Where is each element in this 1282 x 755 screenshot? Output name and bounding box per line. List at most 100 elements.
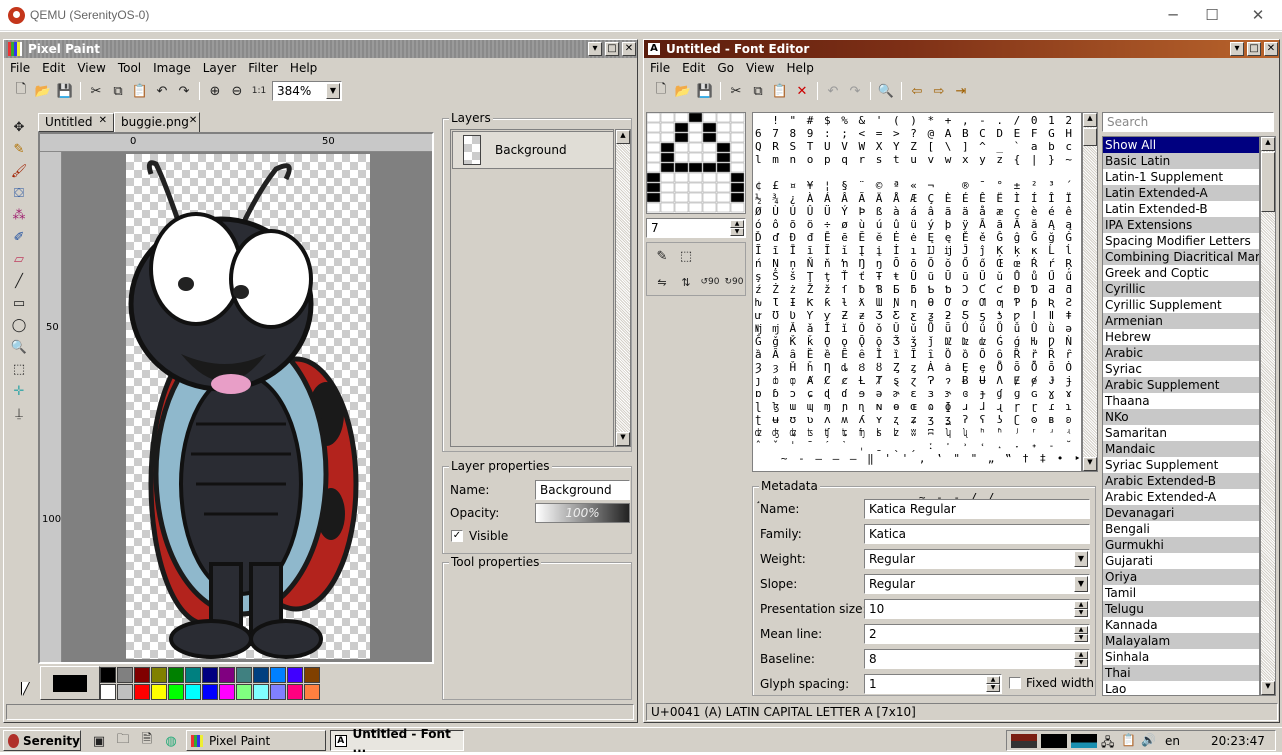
palette-swatch[interactable]: [185, 684, 201, 700]
glyph-pixel[interactable]: [674, 162, 689, 173]
menu-view[interactable]: View: [740, 61, 780, 75]
palette-swatch[interactable]: [270, 684, 286, 700]
block-list-item[interactable]: Tamil: [1103, 585, 1259, 601]
layer-name-field[interactable]: Background: [535, 480, 630, 500]
block-list-item[interactable]: Syriac Supplement: [1103, 457, 1259, 473]
glyph-pixel[interactable]: [674, 122, 689, 133]
glyph-row[interactable]: ! " # $ % & ' ( ) * + , - . / 0 1 2 3 4 …: [755, 114, 1079, 127]
glyph-pixel[interactable]: [646, 182, 661, 193]
glyph-row[interactable]: ş Š š Ţ ţ Ť ť Ŧ ŧ Ũ ũ Ū ū Ŭ ŭ Ů ů Ű ű Ų …: [755, 270, 1079, 283]
minimize-icon[interactable]: ▾: [1230, 42, 1244, 56]
block-list-item[interactable]: Show All: [1103, 137, 1259, 153]
glyph-pixel[interactable]: [716, 142, 731, 153]
baseline-spinbox[interactable]: 8 ▲ ▼: [864, 649, 1090, 669]
maximize-icon[interactable]: □: [1247, 42, 1261, 56]
menu-file[interactable]: File: [4, 61, 36, 75]
block-list-item[interactable]: Latin Extended-A: [1103, 185, 1259, 201]
font-name-field[interactable]: Katica Regular: [864, 499, 1090, 519]
glyph-pixel[interactable]: [688, 172, 703, 183]
chevron-down-icon[interactable]: ▼: [1074, 551, 1088, 567]
glyph-row[interactable]: ǋ ǌ Ǎ ǎ Ǐ ǐ Ǒ ǒ Ǔ ǔ Ǖ ǖ Ǘ ǘ Ǚ ǚ Ǜ ǜ ǝ Ǟ …: [755, 322, 1079, 335]
glyph-pixel[interactable]: [660, 112, 675, 123]
palette-swatch[interactable]: [100, 684, 116, 700]
save-icon[interactable]: 💾: [694, 80, 716, 102]
save-icon[interactable]: 💾: [54, 80, 76, 102]
glyph-pixel[interactable]: [660, 172, 675, 183]
glyph-map-scrollbar[interactable]: ▲ ▼: [1082, 112, 1098, 472]
glyph-pixel[interactable]: [660, 192, 675, 203]
cut-icon[interactable]: ✂: [725, 80, 747, 102]
glyph-pixel[interactable]: [646, 202, 661, 213]
eraser-tool-icon[interactable]: ▱: [8, 248, 30, 270]
glyph-spacing-spinbox[interactable]: 1 ▲ ▼: [864, 674, 1002, 694]
menu-layer[interactable]: Layer: [197, 61, 242, 75]
clock[interactable]: 20:23:47: [1211, 734, 1265, 748]
glyph-pixel[interactable]: [716, 112, 731, 123]
block-list-item[interactable]: Devanagari: [1103, 505, 1259, 521]
glyph-pixel[interactable]: [646, 122, 661, 133]
chevron-down-icon[interactable]: ▼: [1074, 576, 1088, 592]
glyph-row[interactable]: ó ô õ ö ÷ ø ù ú û ü ý þ ÿ Ā ā Ă ă Ą ą Ć …: [755, 218, 1079, 231]
pencil-icon[interactable]: ✎: [651, 245, 673, 267]
glyph-editor[interactable]: [646, 112, 746, 214]
ellipse-tool-icon[interactable]: ◯: [8, 314, 30, 336]
block-list-item[interactable]: Malayalam: [1103, 633, 1259, 649]
glyph-pixel[interactable]: [702, 142, 717, 153]
unicode-block-list[interactable]: Show All Basic Latin Latin-1 Supplement Lat…: [1102, 136, 1260, 696]
rectangle-tool-icon[interactable]: ▭: [8, 292, 30, 314]
glyph-row[interactable]: ń Ņ ņ Ň ň ŉ Ŋ ŋ Ō ō Ŏ ŏ Ő ő Œ œ Ŕ ŕ Ŗ ŗ …: [755, 257, 1079, 270]
select-tool-icon[interactable]: ⬚: [8, 358, 30, 380]
scroll-up-icon[interactable]: ▲: [1083, 113, 1097, 127]
block-list-item[interactable]: Armenian: [1103, 313, 1259, 329]
previous-glyph-icon[interactable]: ⇦: [906, 80, 928, 102]
font-family-field[interactable]: Katica: [864, 524, 1090, 544]
glyph-pixel[interactable]: [730, 122, 745, 133]
spray-tool-icon[interactable]: ⁂: [8, 204, 30, 226]
block-list-item[interactable]: NKo: [1103, 409, 1259, 425]
palette-swatch[interactable]: [100, 667, 116, 683]
memory-graph[interactable]: [1041, 734, 1067, 748]
glyph-pixel[interactable]: [660, 182, 675, 193]
scroll-thumb[interactable]: [1083, 128, 1097, 146]
block-list-item[interactable]: Telugu: [1103, 601, 1259, 617]
glyph-pixel[interactable]: [688, 192, 703, 203]
palette-swatch[interactable]: [151, 684, 167, 700]
spin-down-icon[interactable]: ▼: [1074, 634, 1088, 642]
spin-down-icon[interactable]: ▼: [1074, 659, 1088, 667]
block-list-item[interactable]: Samaritan: [1103, 425, 1259, 441]
terminal-icon[interactable]: ▣: [88, 730, 110, 752]
palette-swatch[interactable]: [253, 684, 269, 700]
rotate-right-icon[interactable]: ↻90: [723, 271, 745, 293]
scroll-up-icon[interactable]: ▲: [616, 130, 630, 144]
color-well[interactable]: [40, 666, 100, 700]
brush-tool-icon[interactable]: 🖌: [8, 160, 30, 182]
network-icon[interactable]: 🖧: [1101, 733, 1114, 754]
canvas-viewport[interactable]: 0 50 50 100: [38, 132, 434, 664]
block-list-item[interactable]: Gujarati: [1103, 553, 1259, 569]
glyph-pixel[interactable]: [716, 152, 731, 163]
copy-icon[interactable]: ⧉: [107, 80, 129, 102]
start-button[interactable]: Serenity: [3, 730, 81, 751]
glyph-row[interactable]: ȁ Ȃ ȃ Ȅ ȅ Ȇ ȇ Ȉ ȉ Ȋ ȋ Ȍ ȍ Ȏ ȏ Ȑ ȑ Ȓ ȓ Ȕ …: [755, 348, 1079, 361]
spin-up-icon[interactable]: ▲: [1074, 601, 1088, 609]
redo-icon[interactable]: ↷: [844, 80, 866, 102]
glyph-pixel[interactable]: [646, 142, 661, 153]
scroll-down-icon[interactable]: ▼: [616, 432, 630, 446]
palette-swatch[interactable]: [117, 667, 133, 683]
zoom-combo[interactable]: 384% ▼: [272, 81, 342, 101]
block-list-item[interactable]: Arabic Extended-B: [1103, 473, 1259, 489]
primary-color-swatch[interactable]: [53, 675, 87, 692]
palette-swatch[interactable]: [236, 667, 252, 683]
glyph-pixel[interactable]: [688, 152, 703, 163]
search-input[interactable]: Search: [1102, 112, 1274, 132]
glyph-width-spinbox[interactable]: 7 ▲ ▼: [646, 218, 746, 238]
menu-edit[interactable]: Edit: [36, 61, 71, 75]
cpu-graph[interactable]: [1011, 734, 1037, 748]
palette-swatch[interactable]: [134, 684, 150, 700]
block-list-item[interactable]: Spacing Modifier Letters: [1103, 233, 1259, 249]
glyph-pixel[interactable]: [730, 172, 745, 183]
glyph-pixel[interactable]: [702, 122, 717, 133]
glyph-pixel[interactable]: [716, 122, 731, 133]
menu-file[interactable]: File: [644, 61, 676, 75]
keyboard-layout[interactable]: en: [1165, 734, 1180, 748]
